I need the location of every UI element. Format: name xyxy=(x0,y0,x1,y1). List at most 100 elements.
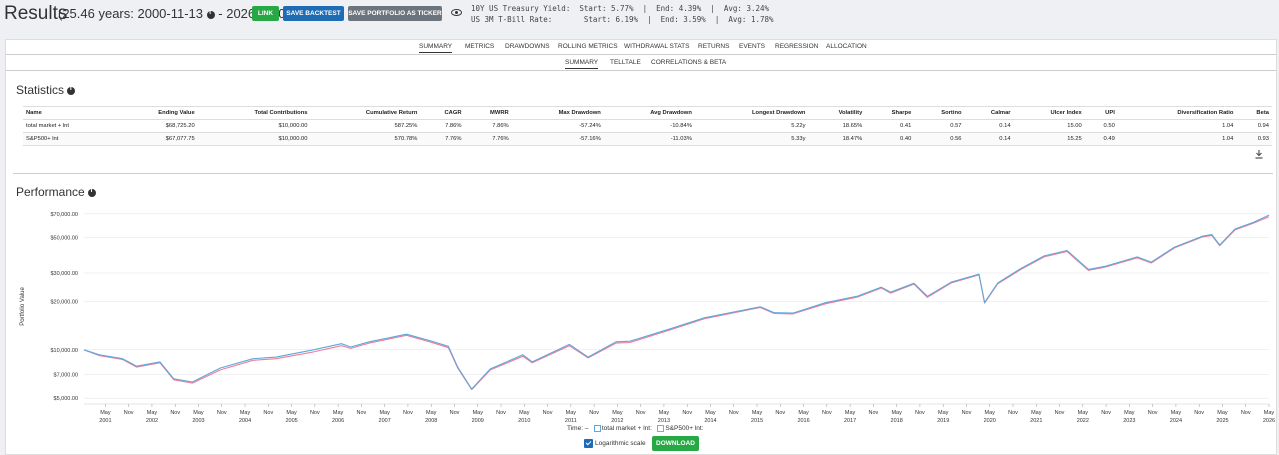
column-header[interactable]: Sortino xyxy=(914,106,965,120)
x-tick-label: May xyxy=(379,410,390,416)
statistics-title: Statistics xyxy=(16,83,65,97)
x-tick-year: 2009 xyxy=(472,418,484,424)
x-tick-year: 2017 xyxy=(844,418,856,424)
x-tick-year: 2026 xyxy=(1263,418,1275,424)
table-cell: 587.25% xyxy=(310,119,421,133)
column-header[interactable]: Sharpe xyxy=(865,106,915,120)
eye-icon[interactable] xyxy=(451,9,462,16)
x-tick-label: May xyxy=(147,410,158,416)
column-header[interactable]: CAGR xyxy=(420,106,465,120)
table-cell: 18.65% xyxy=(808,119,866,133)
column-header[interactable]: Ending Value xyxy=(116,106,198,120)
download-icon[interactable] xyxy=(1255,150,1263,159)
column-header[interactable]: Cumulative Return xyxy=(310,106,421,120)
tbill-rate-text: US 3M T-Bill Rate: Start: 6.19% | End: 3… xyxy=(471,15,774,24)
subtab-telltale[interactable]: TELLTALE xyxy=(610,59,641,66)
x-tick-label: Nov xyxy=(636,410,646,416)
x-tick-label: Nov xyxy=(357,410,367,416)
x-tick-label: May xyxy=(1217,410,1228,416)
table-cell: 0.41 xyxy=(865,119,915,133)
series-line-sp500 xyxy=(83,216,1270,391)
table-cell: 0.57 xyxy=(914,119,965,133)
table-cell: -11.03% xyxy=(603,132,695,146)
column-header[interactable]: Total Contributions xyxy=(197,106,311,120)
column-header[interactable]: MWRR xyxy=(464,106,512,120)
performance-heading: Performance xyxy=(16,185,97,199)
tab-drawdowns[interactable]: DRAWDOWNS xyxy=(505,43,550,50)
table-cell: 1.04 xyxy=(1117,119,1237,133)
table-cell: 7.76% xyxy=(420,132,465,146)
table-cell: 0.56 xyxy=(914,132,965,146)
column-header[interactable]: Name xyxy=(23,106,117,120)
x-tick-label: Nov xyxy=(1008,410,1018,416)
x-tick-year: 2016 xyxy=(797,418,809,424)
column-header[interactable]: Longest Drawdown xyxy=(694,106,809,120)
column-header[interactable]: Volatility xyxy=(808,106,866,120)
table-cell: 0.94 xyxy=(1236,119,1272,133)
x-tick-year: 2023 xyxy=(1123,418,1135,424)
x-tick-label: Nov xyxy=(1055,410,1065,416)
x-tick-label: May xyxy=(845,410,856,416)
x-tick-label: May xyxy=(1078,410,1089,416)
log-scale-toggle[interactable]: Logarithmic scale xyxy=(584,439,646,448)
x-tick-year: 2006 xyxy=(332,418,344,424)
subtab-correlations-beta[interactable]: CORRELATIONS & BETA xyxy=(651,59,726,66)
statistics-heading: Statistics xyxy=(16,83,76,97)
info-icon[interactable] xyxy=(206,9,215,19)
tab-withdrawal-stats[interactable]: WITHDRAWAL STATS xyxy=(624,43,689,50)
column-header[interactable]: Calmar xyxy=(964,106,1014,120)
tab-rolling-metrics[interactable]: ROLLING METRICS xyxy=(558,43,618,50)
x-tick-year: 2014 xyxy=(704,418,716,424)
x-tick-year: 2025 xyxy=(1216,418,1228,424)
tab-summary[interactable]: SUMMARY xyxy=(419,43,453,53)
y-tick-label: $30,000.00 xyxy=(50,271,78,277)
column-header[interactable]: UPI xyxy=(1084,106,1118,120)
legend-series-2[interactable]: S&P500+ lnt xyxy=(665,425,701,432)
tab-events[interactable]: EVENTS xyxy=(739,43,765,50)
x-tick-year: 2019 xyxy=(937,418,949,424)
column-header[interactable]: Beta xyxy=(1236,106,1272,120)
x-tick-label: Nov xyxy=(962,410,972,416)
x-tick-label: May xyxy=(938,410,949,416)
x-tick-label: May xyxy=(1264,410,1275,416)
log-scale-checkbox[interactable] xyxy=(584,439,593,448)
y-tick-label: $7,000.00 xyxy=(54,373,78,379)
x-tick-year: 2012 xyxy=(611,418,623,424)
x-tick-label: Nov xyxy=(496,410,506,416)
column-header[interactable]: Avg Drawdown xyxy=(603,106,695,120)
sub-tabs: SUMMARY TELLTALE CORRELATIONS & BETA xyxy=(6,56,1276,71)
x-tick-label: May xyxy=(1124,410,1135,416)
table-cell: S&P500+ lnt xyxy=(23,132,117,146)
column-header[interactable]: Max Drawdown xyxy=(511,106,604,120)
subtab-summary[interactable]: SUMMARY xyxy=(565,59,599,69)
save-portfolio-as-ticker-button[interactable]: SAVE PORTFOLIO AS TICKER xyxy=(348,6,442,21)
download-button[interactable]: DOWNLOAD xyxy=(652,436,699,451)
info-icon[interactable] xyxy=(88,187,97,197)
info-icon[interactable] xyxy=(67,85,76,95)
x-tick-year: 2003 xyxy=(192,418,204,424)
tab-returns[interactable]: RETURNS xyxy=(698,43,729,50)
x-tick-year: 2005 xyxy=(285,418,297,424)
table-cell: 15.25 xyxy=(1013,132,1085,146)
x-tick-label: May xyxy=(705,410,716,416)
link-button[interactable]: LINK xyxy=(252,6,279,21)
x-tick-year: 2010 xyxy=(518,418,530,424)
column-header[interactable]: Ulcer Index xyxy=(1013,106,1085,120)
section-divider xyxy=(13,173,1273,174)
x-tick-label: May xyxy=(473,410,484,416)
table-cell: -57.24% xyxy=(511,119,604,133)
x-tick-label: May xyxy=(286,410,297,416)
x-tick-year: 2022 xyxy=(1077,418,1089,424)
tab-metrics[interactable]: METRICS xyxy=(465,43,494,50)
performance-chart[interactable]: $5,000.00 $7,000.00 $10,000.00 $20,000.00 $3… xyxy=(15,204,1277,434)
x-tick-label: May xyxy=(798,410,809,416)
table-cell: 5.33y xyxy=(694,132,809,146)
x-tick-label: Nov xyxy=(263,410,273,416)
y-tick-label: $70,000.00 xyxy=(50,212,78,218)
tab-allocation[interactable]: ALLOCATION xyxy=(826,43,867,50)
column-header[interactable]: Diversification Ratio xyxy=(1117,106,1237,120)
tab-regression[interactable]: REGRESSION xyxy=(775,43,818,50)
x-tick-label: May xyxy=(426,410,437,416)
save-backtest-button[interactable]: SAVE BACKTEST xyxy=(283,6,344,21)
legend-series-1[interactable]: total market + lnt xyxy=(602,425,650,432)
